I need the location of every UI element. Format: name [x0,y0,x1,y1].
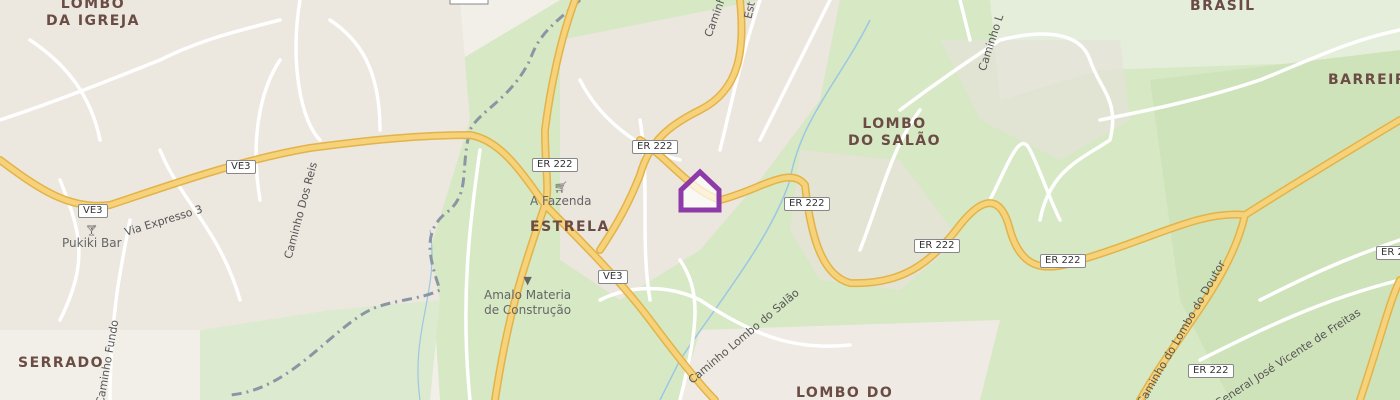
basket-icon: ▼ [523,274,532,287]
route-shield-ve3: VE3 [78,204,108,218]
route-shield-er222: ER 222 [1188,364,1234,378]
poi-label: Amalo Materia [484,288,572,302]
place-label-brasil: BRASIL [1190,0,1256,14]
route-shield-er222: ER 222 [1376,246,1400,260]
map-view[interactable]: LOMBO DA IGREJA BRASIL BARREIRO LOMBO DO… [0,0,1400,400]
clipped-shield [449,0,489,5]
route-shield-er222: ER 222 [784,197,830,211]
route-shield-ve3: VE3 [598,270,628,284]
place-label-line: LOMBO [60,0,126,12]
place-label-line: LOMBO [862,116,927,132]
route-shield-er222: ER 222 [914,239,960,253]
map-canvas[interactable] [0,0,1400,400]
place-label-lombo-do-salao: LOMBO DO SALÃO [848,116,941,150]
place-label-lombo-da-igreja: LOMBO DA IGREJA [46,0,140,30]
route-shield-er222: ER 222 [532,158,578,172]
cocktail-icon: 🍸︎ [84,224,99,237]
poi-a-fazenda[interactable]: 🛒︎ A Fazenda [530,182,591,209]
place-label-line: DO SALÃO [848,133,941,149]
route-shield-er222: ER 222 [1040,254,1086,268]
place-label-estrela: ESTRELA [530,219,610,235]
poi-amalo-materia[interactable]: ▼ Amalo Materia de Construção [484,274,571,318]
poi-label: de Construção [484,303,572,317]
place-label-barreiro: BARREIRO [1328,72,1400,88]
poi-label: Pukiki Bar [62,236,122,250]
place-label-serrado: SERRADO [18,355,105,371]
poi-pukiki-bar[interactable]: 🍸︎ Pukiki Bar [62,225,122,251]
place-label-lombo-do: LOMBO DO [796,385,894,400]
shopping-cart-icon: 🛒︎ [553,181,568,194]
route-shield-er222: ER 222 [632,140,678,154]
place-label-line: DA IGREJA [46,13,140,29]
poi-label: A Fazenda [530,194,592,208]
route-shield-ve3: VE3 [226,160,256,174]
